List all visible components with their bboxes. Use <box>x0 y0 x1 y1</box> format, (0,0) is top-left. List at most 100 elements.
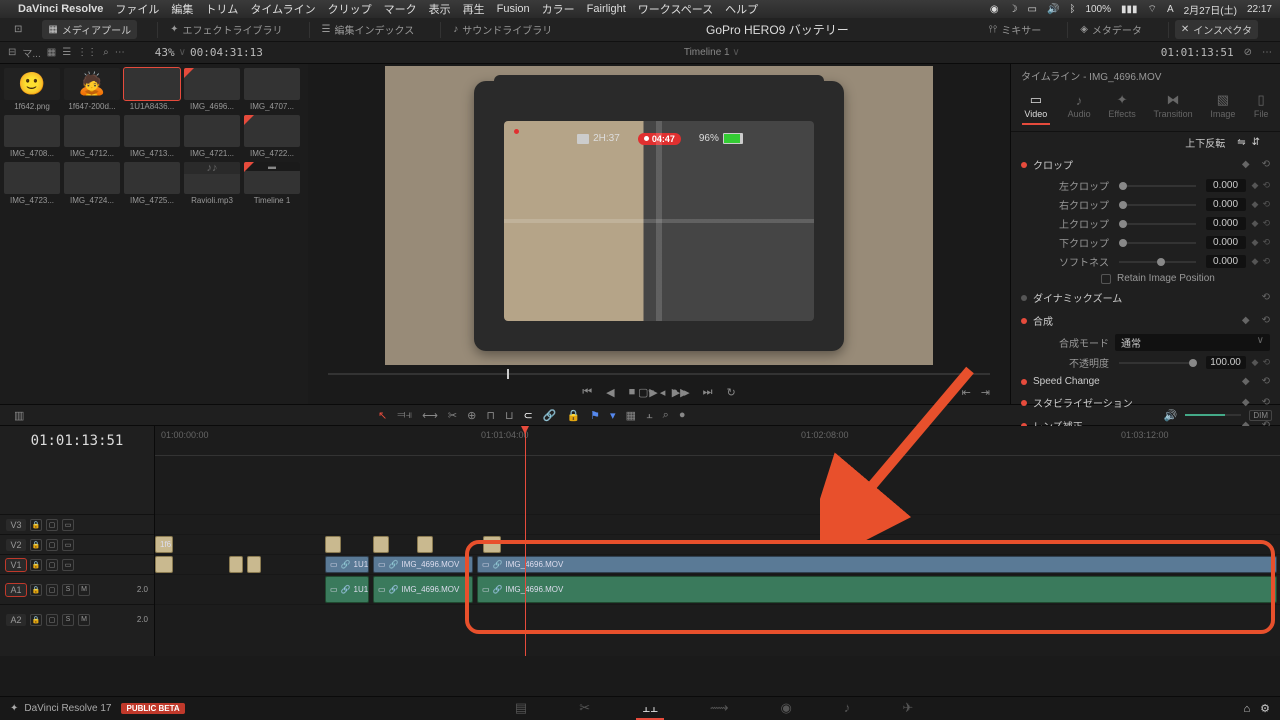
flip-v-icon[interactable]: ⇵ <box>1252 137 1260 148</box>
crop-slider[interactable] <box>1119 242 1196 244</box>
flip-h-icon[interactable]: ⇋ <box>1237 137 1245 148</box>
page-color-icon[interactable]: ◉ <box>775 698 798 720</box>
selection-tool-icon[interactable]: ↖ <box>378 409 387 422</box>
tab-transition[interactable]: ⧓Transition <box>1149 91 1196 127</box>
keyframe-icon[interactable]: ◆ <box>1242 315 1250 326</box>
pool-clip[interactable]: 🙂1f642.png <box>4 68 60 111</box>
tab-audio[interactable]: ♪Audio <box>1064 91 1095 127</box>
trim-tool-icon[interactable]: ⫤⫣ <box>397 409 412 422</box>
display-icon[interactable]: ▭ <box>1028 4 1037 15</box>
crop-value[interactable]: 0.000 <box>1206 236 1246 249</box>
keyframe-icon[interactable]: ◆ <box>1252 218 1259 229</box>
pool-clip[interactable]: IMG_4713... <box>124 115 180 158</box>
expand-icon[interactable]: ⊡ <box>8 22 28 37</box>
menubar-time[interactable]: 22:17 <box>1247 4 1272 15</box>
keyframe-icon[interactable]: ◆ <box>1252 237 1259 248</box>
reset-icon[interactable]: ⟲ <box>1262 180 1270 191</box>
bin-list-icon[interactable]: ⊟ <box>8 47 16 58</box>
pool-clip[interactable]: IMG_4725... <box>124 162 180 205</box>
pool-clip[interactable]: Timeline 1 <box>244 162 300 205</box>
menu-view[interactable]: 表示 <box>429 1 451 17</box>
overwrite-icon[interactable]: ⊓ <box>486 409 495 422</box>
crop-value[interactable]: 0.000 <box>1206 217 1246 230</box>
search-icon[interactable]: ⌕ <box>103 47 109 58</box>
pool-clip[interactable]: Ravioli.mp3 <box>184 162 240 205</box>
timeline-clip[interactable] <box>247 556 261 573</box>
menubar-date[interactable]: 2月27日(土) <box>1184 2 1237 17</box>
crop-slider[interactable] <box>1119 261 1196 263</box>
home-icon[interactable]: ⌂ <box>1243 703 1250 715</box>
viewer-zoom[interactable]: 43% <box>155 46 175 59</box>
wifi-icon[interactable]: ⌔ <box>1148 3 1157 16</box>
tab-file[interactable]: ▯File <box>1249 91 1273 127</box>
volume-icon[interactable]: 🔊 <box>1047 4 1059 15</box>
section-speed[interactable]: Speed Change◆⟲ <box>1011 372 1280 391</box>
menu-clip[interactable]: クリップ <box>328 1 372 17</box>
fxlib-button[interactable]: ✦エフェクトライブラリ <box>164 20 288 39</box>
reset-icon[interactable]: ⟲ <box>1262 237 1270 248</box>
stop-icon[interactable]: ■ <box>629 386 636 398</box>
menu-playback[interactable]: 再生 <box>463 1 485 17</box>
menu-trim[interactable]: トリム <box>205 1 238 17</box>
in-point-icon[interactable]: ⇤ <box>962 386 971 399</box>
menu-color[interactable]: カラー <box>542 1 575 17</box>
timeline-body[interactable]: 01:00:00:00 01:01:04:00 01:02:08:00 01:0… <box>155 426 1280 656</box>
tab-image[interactable]: ▧Image <box>1206 91 1239 127</box>
timeline-ruler[interactable]: 01:00:00:00 01:01:04:00 01:02:08:00 01:0… <box>155 426 1280 456</box>
pool-clip[interactable]: IMG_4721... <box>184 115 240 158</box>
track-head-v1[interactable]: V1🔒▢▭ <box>0 554 154 574</box>
lock-icon[interactable]: 🔒 <box>566 409 580 422</box>
keyframe-icon[interactable]: ◆ <box>1252 180 1259 191</box>
timeline-name[interactable]: Timeline 1 ∨ <box>263 47 1161 58</box>
track-head-a1[interactable]: A1🔒▢SM2.0 <box>0 574 154 604</box>
keyframe-icon[interactable]: ◆ <box>1252 256 1259 267</box>
timeline-clip[interactable]: ▭🔗 IMG_4696.MOV <box>477 576 1277 603</box>
page-deliver-icon[interactable]: ✈ <box>896 698 919 720</box>
pool-clip[interactable]: IMG_4722... <box>244 115 300 158</box>
ripple-icon[interactable]: ⫠ <box>646 409 653 422</box>
menu-help[interactable]: ヘルプ <box>725 1 758 17</box>
section-crop[interactable]: クロップ◆⟲ <box>1011 153 1280 176</box>
menu-fusion[interactable]: Fusion <box>497 3 530 15</box>
menu-fairlight[interactable]: Fairlight <box>587 3 626 15</box>
opacity-slider[interactable] <box>1119 362 1196 364</box>
sort-icon[interactable]: ⋮⋮ <box>77 47 97 58</box>
timeline-clip[interactable]: ▭🔗 1U1... <box>325 576 369 603</box>
tab-video[interactable]: ▭Video <box>1018 91 1054 127</box>
link-icon[interactable]: 🔗 <box>543 409 557 422</box>
timeline-clip[interactable] <box>229 556 243 573</box>
input-icon[interactable]: A <box>1167 4 1174 15</box>
bypass-icon[interactable]: ⊘ <box>1244 47 1252 58</box>
menu-file[interactable]: ファイル <box>115 1 159 17</box>
retain-checkbox[interactable] <box>1101 274 1111 284</box>
lock-icon[interactable]: 🔒 <box>30 519 42 531</box>
match-frame-icon[interactable]: ▢▾ <box>638 386 654 399</box>
zoom-tool-icon[interactable]: ⌕ <box>663 409 669 422</box>
last-frame-icon[interactable]: ⏭ <box>703 386 713 399</box>
timeline-clip[interactable] <box>417 536 433 553</box>
marker-blue-icon[interactable]: ▾ <box>610 409 616 422</box>
crop-slider[interactable] <box>1119 185 1196 187</box>
menu-edit[interactable]: 編集 <box>171 1 193 17</box>
slider-dot[interactable]: ● <box>679 409 686 422</box>
timeline-clip[interactable] <box>483 536 501 553</box>
mediapool-button[interactable]: ▦メディアプール <box>42 20 137 39</box>
disable-icon[interactable]: ▭ <box>62 519 74 531</box>
playhead[interactable] <box>525 426 526 656</box>
snap-icon[interactable]: ⊂ <box>524 409 533 422</box>
reset-icon[interactable]: ⟲ <box>1262 256 1270 267</box>
mixer-button[interactable]: ⫯⫯ミキサー <box>983 20 1048 39</box>
pool-clip[interactable]: IMG_4708... <box>4 115 60 158</box>
page-edit-icon[interactable]: ⫠⫠ <box>636 698 664 720</box>
auto-select-icon[interactable]: ▢ <box>46 519 58 531</box>
crop-value[interactable]: 0.000 <box>1206 198 1246 211</box>
reset-icon[interactable]: ⟲ <box>1262 218 1270 229</box>
crop-value[interactable]: 0.000 <box>1206 255 1246 268</box>
timeline-clip[interactable]: ▭🔗 IMG_4696.MOV <box>477 556 1277 573</box>
soundlib-button[interactable]: ♪サウンドライブラリ <box>447 20 558 39</box>
dynamic-trim-icon[interactable]: ⟷ <box>422 409 438 422</box>
first-frame-icon[interactable]: ⏮ <box>582 386 592 399</box>
prev-frame-icon[interactable]: ◀ <box>606 386 614 399</box>
timeline-clip[interactable] <box>325 536 341 553</box>
page-fairlight-icon[interactable]: ♪ <box>838 698 857 720</box>
